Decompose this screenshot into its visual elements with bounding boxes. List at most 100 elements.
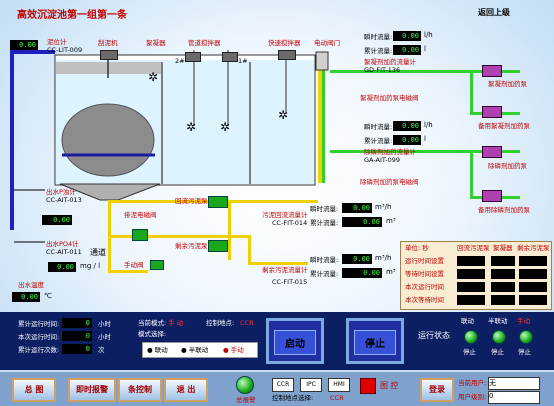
sludge-cone [61, 103, 155, 177]
total-run-label: 累计运行时间: [18, 320, 60, 328]
flocculator-fan-icon[interactable]: ✲ [148, 70, 158, 84]
timer-col-return: 回流污泥泵 [457, 244, 490, 252]
stop-button[interactable]: 停止 [346, 318, 404, 364]
total-run-unit: 小时 [98, 320, 111, 328]
run-count-unit: 次 [98, 346, 105, 354]
status-semi-stop: 停止 [491, 348, 504, 356]
return-total-value: 0.00 [342, 217, 382, 227]
excess-sludge-meter-label: 剩余污泥流量计 [262, 266, 308, 274]
return-pump-icon[interactable] [208, 196, 228, 208]
pac-inst-label: 瞬时流量: [364, 123, 393, 131]
pam-pump-2-label: 备用絮凝剂加药泵 [478, 122, 530, 130]
chemical-pipe-2 [322, 68, 325, 183]
inlet-pipe-vertical [10, 50, 14, 230]
ipc-button[interactable]: IPC [300, 378, 322, 392]
timer-row-label: 运行时间设置 [405, 257, 444, 265]
timer-cell[interactable] [519, 269, 547, 279]
total-alarm-label: 总报警 [236, 396, 256, 404]
scraper-motor-icon[interactable] [100, 50, 118, 60]
level-label: 泥位计 [47, 38, 67, 46]
excess-sludge-tag: CC-FIT-015 [272, 278, 308, 286]
timer-cell [457, 295, 485, 305]
status-auto-lamp [464, 330, 478, 344]
pam-pump-1-label: 絮凝剂加药泵 [488, 80, 527, 88]
pac-pump-2-icon[interactable] [482, 190, 502, 202]
login-button[interactable]: 登录 [420, 378, 454, 402]
return-inst-value: 0.00 [342, 203, 372, 213]
pac-pump-1-icon[interactable] [482, 146, 502, 158]
status-manual-stop: 停止 [518, 348, 531, 356]
excess-inst-label: 瞬时流量: [310, 256, 339, 264]
po4-unit: mg / l [80, 262, 101, 270]
return-sludge-tag: CC-FIT-014 [272, 219, 308, 227]
bar-control-button[interactable]: 条控制 [118, 378, 162, 402]
user-value: 无 [488, 377, 540, 390]
excess-total-value: 0.00 [342, 268, 382, 278]
mode-select-group: ● 联动 ● 半联动 ● 手动 [142, 342, 258, 358]
mode-auto-label: 联动 [154, 346, 168, 354]
return-total-unit: m³ [386, 217, 396, 225]
pac-total-value: 0.00 [393, 135, 421, 145]
pam-tag: GD-FIT-136 [364, 66, 401, 74]
timer-cell[interactable] [491, 269, 515, 279]
pipe-mixer-1-motor-icon[interactable] [222, 52, 238, 62]
timer-cell[interactable] [457, 269, 485, 279]
pac-inst-unit: l/h [424, 121, 433, 129]
total-run-value: 0 [62, 318, 92, 328]
hmi-button[interactable]: HMI [328, 378, 350, 392]
pam-total-label: 累计流量: [364, 47, 393, 55]
pac-total-label: 累计流量: [364, 137, 393, 145]
chemical-pipe-1 [318, 68, 322, 183]
po4-tag: CC-AIT-011 [46, 248, 82, 256]
mode-semi-radio[interactable]: ● 半联动 [181, 346, 208, 354]
mode-select-label: 模式选择: [138, 330, 167, 338]
timer-cell [457, 282, 485, 292]
mixer-impeller-icon: ✲ [186, 120, 197, 134]
level-tag: CC-LIT-009 [47, 46, 83, 54]
manual-valve-icon[interactable] [150, 260, 164, 270]
excess-pump-icon[interactable] [208, 240, 228, 252]
ccr-button[interactable]: CCR [272, 378, 294, 392]
pam-pump-1-icon[interactable] [482, 65, 502, 77]
excess-pump-label: 剩余污泥泵 [175, 242, 208, 250]
pipe-mixer-label: 管道搅拌器 [188, 39, 221, 47]
pam-inst-value: 0.00 [393, 31, 421, 41]
timer-row-label: 本次等待时间 [405, 296, 444, 304]
control-point-value: CCR [240, 319, 254, 327]
exit-button[interactable]: 退 出 [164, 378, 208, 402]
pam-pump-2-icon[interactable] [482, 106, 502, 118]
fast-mixer-motor-icon[interactable] [278, 50, 296, 60]
sludge-valve-icon[interactable] [132, 229, 148, 241]
run-count-value: 0 [62, 344, 92, 354]
timer-cell[interactable] [457, 256, 485, 266]
po4-label: 出水PO4计 [46, 240, 79, 248]
turbidity-label: 出水P浊计 [46, 188, 76, 196]
flow-channel-label: 通道 [90, 248, 106, 257]
mode-manual-radio[interactable]: ● 手动 [223, 346, 244, 354]
alarm-button[interactable]: 即时报警 [68, 378, 116, 402]
pac-pump-1-label: 除磷剂加药泵 [488, 162, 527, 170]
this-run-unit: 小时 [98, 333, 111, 341]
po4-value: 0.00 [48, 262, 76, 272]
timer-cell[interactable] [519, 256, 547, 266]
pac-total-unit: l [424, 135, 426, 143]
temp-label: 出水温度 [18, 281, 44, 289]
excess-total-label: 累计流量: [310, 270, 339, 278]
overview-button[interactable]: 总 图 [12, 378, 56, 402]
turbidity-tag: CC-AIT-013 [46, 196, 82, 204]
sludge-valve-label: 排泥电磁阀 [124, 211, 157, 219]
current-mode-label: 当前模式: [138, 319, 167, 327]
timer-cell[interactable] [491, 256, 515, 266]
mode-semi-label: 半联动 [188, 346, 209, 354]
scada-screen: 高效沉淀池第一组第一条 返回上级 0.00 泥位计 CC-LIT-009 出水P… [0, 0, 554, 406]
pac-valve-label: 除磷剂加药泵电磁阀 [360, 178, 419, 186]
motor-valve-label: 电动阀门 [314, 39, 340, 47]
pam-meter-label: 絮凝剂加药流量计 [364, 58, 416, 66]
mode-auto-radio[interactable]: ● 联动 [147, 346, 168, 354]
temp-unit: ℃ [44, 292, 52, 300]
total-alarm-lamp[interactable] [236, 376, 254, 394]
mode-manual-label: 手动 [230, 346, 244, 354]
pipe-mixer-2-motor-icon[interactable] [185, 52, 201, 62]
location-label: 控制地点选择: [272, 394, 314, 402]
start-button[interactable]: 启动 [266, 318, 324, 364]
